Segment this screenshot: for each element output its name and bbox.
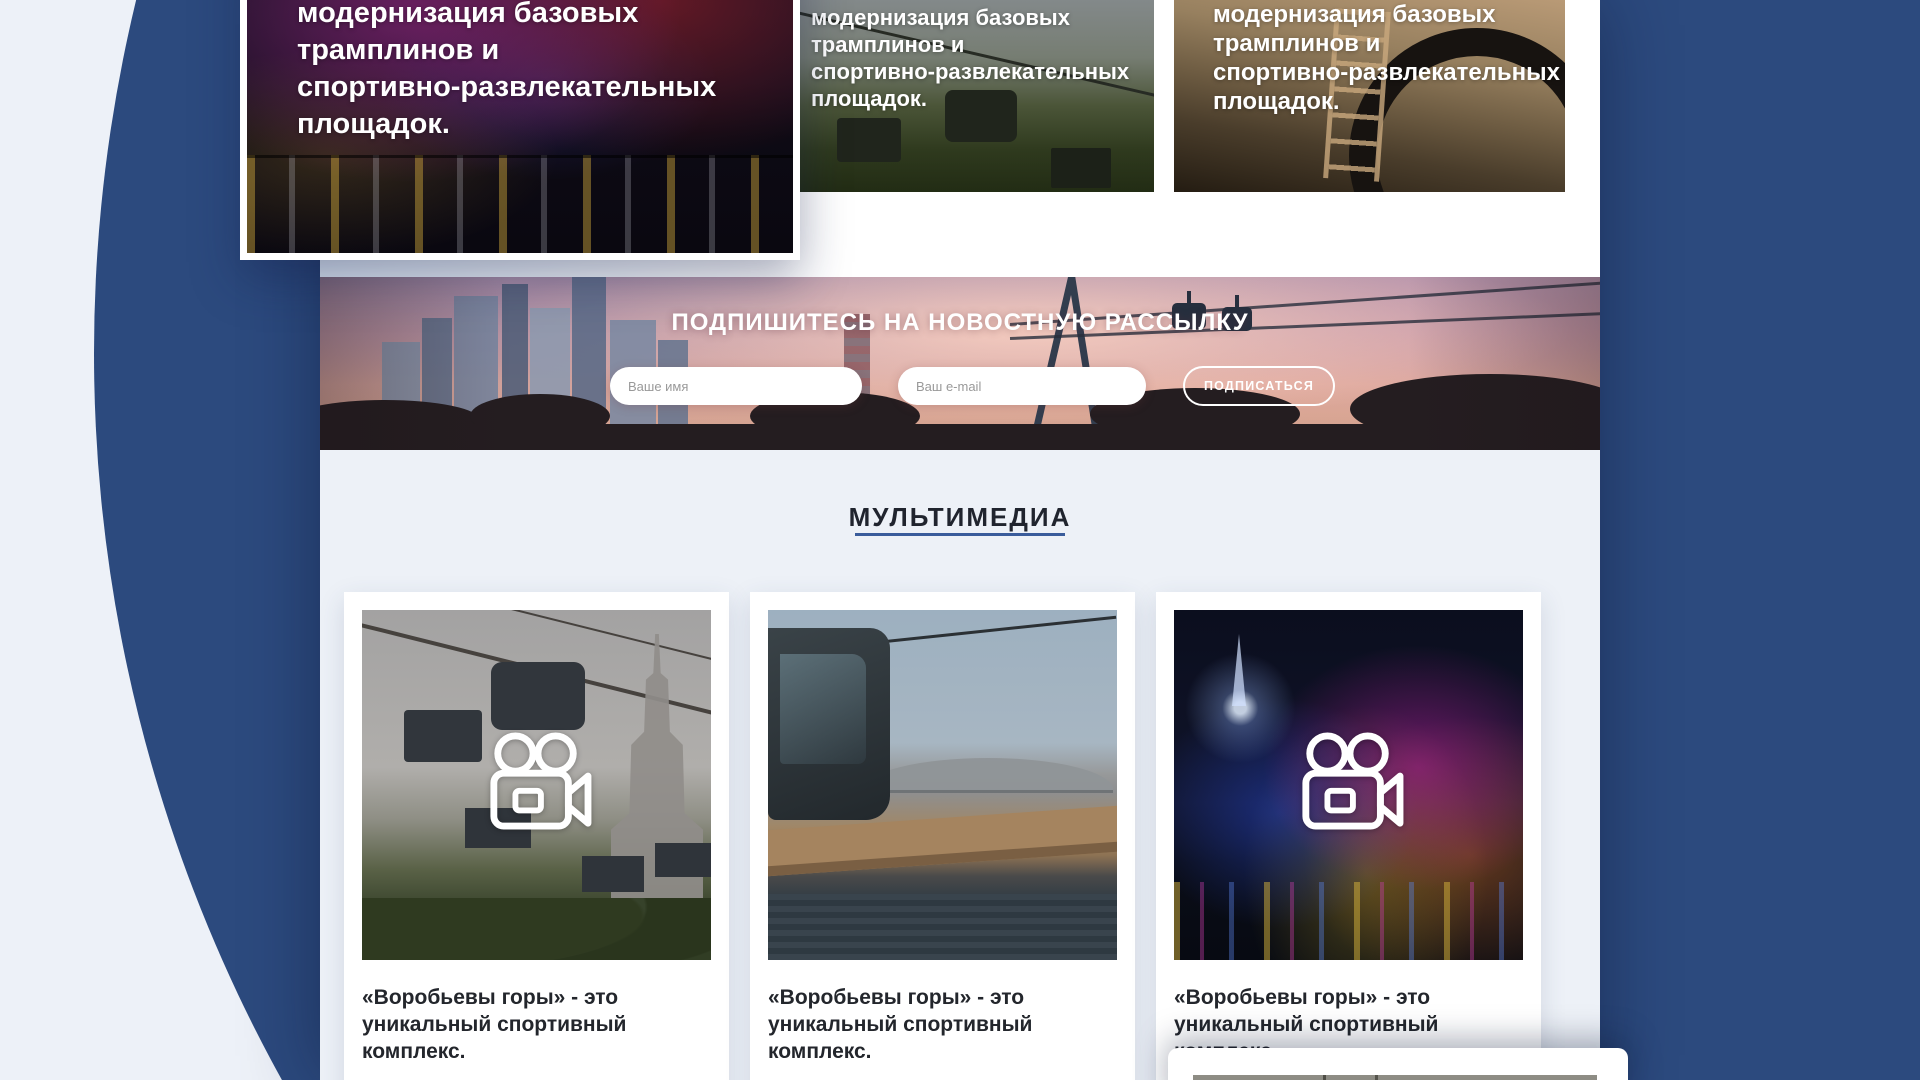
multimedia-card-1[interactable]: «Воробьевы горы» - это уникальный спорти… [344,592,729,1080]
news-card-3[interactable]: модернизация базовых трамплинов и спорти… [1174,0,1565,192]
newsletter-title: ПОДПИШИТЕСЬ НА НОВОСТНУЮ РАССЫЛКУ [320,309,1600,337]
name-input[interactable] [610,367,862,405]
banner-vignette [320,277,1600,450]
heading-underline [855,533,1065,536]
multimedia-card-2[interactable]: «Воробьевы горы» - это уникальный спорти… [750,592,1135,1080]
multimedia-heading: МУЛЬТИМЕДИА [320,502,1600,533]
tree-silhouette [362,898,711,960]
news-card-1-image: модернизация базовых трамплинов и спорти… [247,0,793,253]
multimedia-card-2-image [768,610,1117,960]
multimedia-section: МУЛЬТИМЕДИА [320,450,1600,1080]
news-card-3-text: модернизация базовых трамплинов и спорти… [1213,0,1560,116]
multimedia-card-1-caption: «Воробьевы горы» - это уникальный спорти… [362,984,711,1065]
multimedia-card-2-caption: «Воробьевы горы» - это уникальный спорти… [768,984,1117,1065]
cable-car-cabin [768,628,890,820]
cable-car-cabin [404,710,482,762]
bottom-popup-panel [1168,1048,1628,1080]
news-card-1-featured[interactable]: модернизация базовых трамплинов и спорти… [240,0,800,260]
email-input[interactable] [898,367,1146,405]
river-water [768,894,1117,960]
popup-image[interactable] [1193,1075,1597,1080]
news-card-2[interactable]: модернизация базовых трамплинов и спорти… [797,0,1154,192]
content-column: модернизация базовых трамплинов и спорти… [320,0,1600,1080]
page: модернизация базовых трамплинов и спорти… [0,0,1920,1080]
video-camera-icon [476,732,598,834]
news-card-2-text: модернизация базовых трамплинов и спорти… [811,4,1129,112]
news-section: модернизация базовых трамплинов и спорти… [320,0,1600,277]
newsletter-banner: ПОДПИШИТЕСЬ НА НОВОСТНУЮ РАССЫЛКУ ПОДПИС… [320,277,1600,450]
news-card-1-text: модернизация базовых трамплинов и спорти… [297,0,716,143]
multimedia-card-3[interactable]: «Воробьевы горы» - это уникальный спорти… [1156,592,1541,1080]
multimedia-card-1-image [362,610,711,960]
video-camera-icon [1288,732,1410,834]
subscribe-button[interactable]: ПОДПИСАТЬСЯ [1183,366,1335,406]
multimedia-card-3-image [1174,610,1523,960]
